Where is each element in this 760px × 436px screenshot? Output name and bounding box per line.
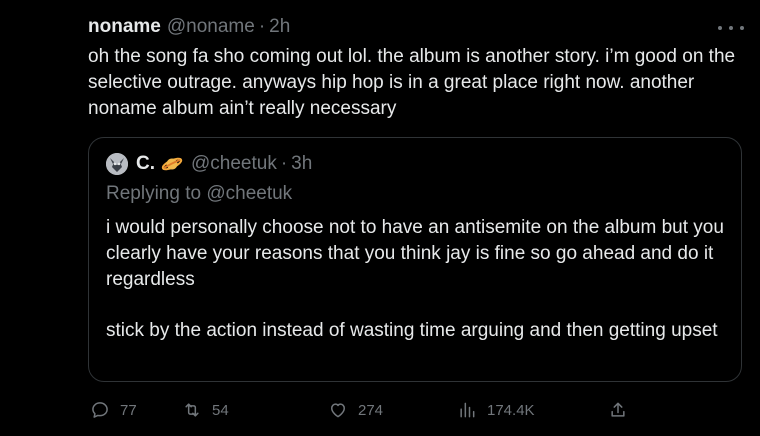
- quote-text-paragraph-2: stick by the action instead of wasting t…: [106, 320, 718, 341]
- like-count: 274: [358, 401, 384, 419]
- more-dot: [718, 26, 722, 30]
- retweet-count: 54: [212, 401, 229, 419]
- separator-dot: ·: [280, 153, 288, 174]
- replying-handle-link[interactable]: @cheetuk: [206, 183, 292, 204]
- quoted-tweet[interactable]: C. @cheetuk · 3h Replying to @cheetuk i …: [88, 137, 742, 382]
- share-icon: [611, 402, 625, 417]
- quote-text-paragraph-1: i would personally choose not to have an…: [106, 217, 724, 290]
- reply-icon: [92, 402, 108, 418]
- views-count: 174.4K: [487, 401, 535, 419]
- quote-timestamp[interactable]: 3h: [291, 153, 312, 175]
- more-options-icon[interactable]: [718, 18, 744, 38]
- quote-author-name[interactable]: C.: [136, 153, 155, 175]
- timestamp[interactable]: 2h: [269, 16, 290, 38]
- ringed-planet-icon: [161, 157, 183, 171]
- separator-dot: ·: [258, 16, 266, 37]
- replying-to: Replying to @cheetuk: [106, 183, 292, 205]
- views-button[interactable]: 174.4K: [457, 400, 535, 420]
- author-handle[interactable]: @noname: [167, 16, 255, 38]
- more-dot: [729, 26, 733, 30]
- action-bar: 77 54 274 174.4K: [90, 400, 650, 422]
- author-name[interactable]: noname: [88, 16, 161, 38]
- like-button[interactable]: 274: [328, 400, 383, 420]
- share-button[interactable]: [608, 400, 638, 420]
- quote-author-handle[interactable]: @cheetuk: [191, 153, 277, 175]
- tweet-text: oh the song fa sho coming out lol. the a…: [88, 46, 736, 119]
- tweet-header: noname @noname · 2h: [88, 16, 290, 38]
- reply-button[interactable]: 77: [90, 400, 137, 420]
- avatar[interactable]: [106, 153, 128, 175]
- replying-prefix: Replying to: [106, 183, 207, 204]
- heart-icon: [331, 403, 345, 418]
- retweet-icon: [185, 403, 199, 417]
- reply-count: 77: [120, 401, 137, 419]
- more-dot: [740, 26, 744, 30]
- views-bar-chart-icon: [460, 402, 475, 418]
- quote-header: C. @cheetuk · 3h: [106, 153, 312, 175]
- tweet[interactable]: noname @noname · 2h oh the song fa sho c…: [0, 0, 760, 436]
- retweet-button[interactable]: 54: [182, 400, 229, 420]
